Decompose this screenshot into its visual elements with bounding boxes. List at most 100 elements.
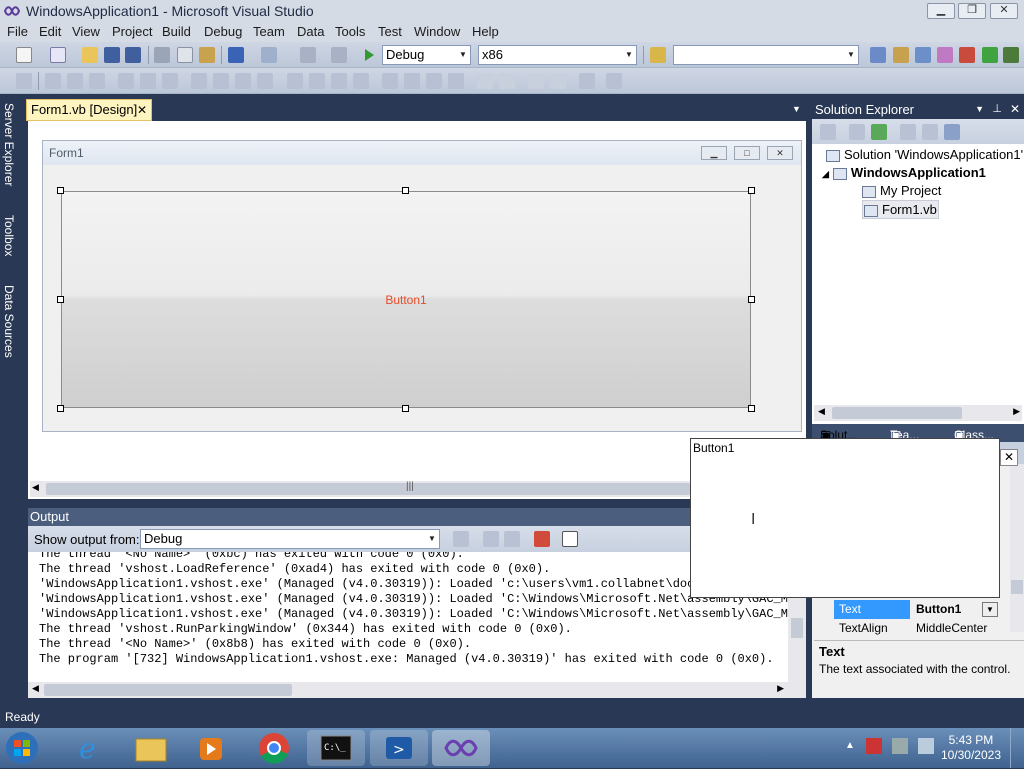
start-debugging-icon[interactable] (361, 47, 377, 63)
server-explorer-tab[interactable]: Server Explorer (2, 103, 16, 186)
menu-help[interactable]: Help (472, 24, 499, 39)
output-source-select[interactable]: Debug ▼ (140, 529, 440, 549)
solution-horizontal-scrollbar[interactable]: ◀ ▶ (814, 405, 1022, 421)
scroll-thumb[interactable] (1011, 580, 1023, 594)
decrease-vertical-spacing-icon[interactable] (426, 73, 442, 89)
toolbox-tab[interactable]: Toolbox (2, 215, 16, 256)
resize-handle[interactable] (57, 296, 64, 303)
menu-tools[interactable]: Tools (335, 24, 365, 39)
scroll-left-icon[interactable]: ◀ (818, 406, 825, 417)
minimize-button[interactable]: ▁ (927, 3, 955, 19)
resize-handle[interactable] (402, 405, 409, 412)
show-all-files-icon[interactable] (849, 124, 865, 140)
scroll-thumb[interactable] (832, 407, 962, 419)
properties-icon[interactable] (820, 124, 836, 140)
taskbar-file-explorer[interactable] (122, 730, 180, 766)
remove-horizontal-spacing-icon[interactable] (353, 73, 369, 89)
find-combo[interactable]: ▼ (673, 45, 859, 65)
resize-handle[interactable] (748, 296, 755, 303)
align-middles-icon[interactable] (140, 73, 156, 89)
data-sources-tab[interactable]: Data Sources (2, 285, 16, 358)
view-designer-icon[interactable] (922, 124, 938, 140)
scroll-thumb[interactable] (46, 483, 690, 495)
taskbar-visual-studio[interactable] (432, 730, 490, 766)
center-vertically-icon[interactable] (499, 73, 515, 89)
extension-manager-icon[interactable] (959, 47, 975, 63)
show-hidden-icons[interactable]: ▲ (845, 740, 855, 751)
taskbar-internet-explorer[interactable]: e (62, 730, 120, 766)
increase-horizontal-spacing-icon[interactable] (309, 73, 325, 89)
tree-item-my-project[interactable]: My Project (862, 183, 941, 198)
close-icon[interactable]: ✕ (1010, 100, 1020, 119)
taskbar-media-player[interactable] (182, 730, 240, 766)
solution-platform-select[interactable]: x86 ▼ (478, 45, 637, 65)
close-popup-button[interactable]: ✕ (1000, 449, 1018, 466)
start-button[interactable] (0, 730, 48, 766)
navigate-backward-icon[interactable] (300, 47, 316, 63)
view-class-diagram-icon[interactable] (944, 124, 960, 140)
menu-view[interactable]: View (72, 24, 100, 39)
find-in-files-icon[interactable] (650, 47, 666, 63)
align-bottoms-icon[interactable] (162, 73, 178, 89)
scroll-thumb[interactable] (791, 618, 803, 638)
toolbar-options-icon[interactable] (1003, 47, 1019, 63)
designer-horizontal-scrollbar[interactable]: ◀ ||| (30, 481, 692, 497)
tab-order-icon[interactable] (579, 73, 595, 89)
taskbar-powershell[interactable]: > (370, 730, 428, 766)
scroll-right-icon[interactable]: ▶ (777, 683, 784, 694)
copy-icon[interactable] (177, 47, 193, 63)
undo-icon[interactable] (228, 47, 244, 63)
menu-test[interactable]: Test (378, 24, 402, 39)
taskbar-command-prompt[interactable]: C:\_ (307, 730, 365, 766)
view-code-icon[interactable] (900, 124, 916, 140)
align-to-grid-icon[interactable] (16, 73, 32, 89)
chevron-down-icon[interactable]: ▼ (792, 104, 801, 114)
add-item-icon[interactable] (50, 47, 66, 63)
tree-item-project[interactable]: ◢ WindowsApplication1 (822, 165, 986, 180)
menu-project[interactable]: Project (112, 24, 152, 39)
show-desktop-button[interactable] (1010, 728, 1024, 768)
pin-icon[interactable]: ⊥ (992, 100, 1002, 119)
next-message-icon[interactable] (504, 531, 520, 547)
clear-all-icon[interactable] (534, 531, 550, 547)
object-browser-icon[interactable] (915, 47, 931, 63)
toggle-word-wrap-icon[interactable] (562, 531, 578, 547)
expand-arrow-icon[interactable]: ◢ (822, 169, 829, 179)
horizontal-spacing-icon[interactable] (287, 73, 303, 89)
toolbox-icon[interactable] (937, 47, 953, 63)
system-clock[interactable]: 5:43 PM 10/30/2023 (941, 733, 1001, 763)
close-window-button[interactable]: ✕ (990, 3, 1018, 19)
navigate-forward-icon[interactable] (331, 47, 347, 63)
lock-controls-icon[interactable] (606, 73, 622, 89)
go-to-source-icon[interactable] (453, 531, 469, 547)
tree-item-solution[interactable]: Solution 'WindowsApplication1' (826, 147, 1023, 162)
make-same-size-icon[interactable] (235, 73, 251, 89)
start-page-icon[interactable] (982, 47, 998, 63)
property-row-text[interactable]: Text Button1 ▼ (812, 600, 1012, 619)
redo-icon[interactable] (261, 47, 277, 63)
close-tab-icon[interactable]: ✕ (137, 100, 147, 120)
paste-icon[interactable] (199, 47, 215, 63)
remove-vertical-spacing-icon[interactable] (448, 73, 464, 89)
button1-control[interactable]: Button1 (61, 191, 751, 408)
center-horizontally-icon[interactable] (477, 73, 493, 89)
decrease-horizontal-spacing-icon[interactable] (331, 73, 347, 89)
solution-explorer-icon[interactable] (870, 47, 886, 63)
solution-configuration-select[interactable]: Debug ▼ (382, 45, 471, 65)
chevron-down-icon[interactable]: ▼ (975, 100, 984, 119)
previous-message-icon[interactable] (483, 531, 499, 547)
open-folder-icon[interactable] (82, 47, 98, 63)
output-horizontal-scrollbar[interactable]: ◀ ▶ (28, 682, 806, 698)
make-same-height-icon[interactable] (213, 73, 229, 89)
menu-edit[interactable]: Edit (39, 24, 61, 39)
text-value-editor[interactable]: Button1 I (690, 438, 1000, 598)
align-centers-icon[interactable] (67, 73, 83, 89)
restore-button[interactable]: ❐ (958, 3, 986, 19)
menu-debug[interactable]: Debug (204, 24, 242, 39)
menu-team[interactable]: Team (253, 24, 285, 39)
align-rights-icon[interactable] (89, 73, 105, 89)
chevron-down-icon[interactable]: ▼ (982, 602, 998, 617)
save-all-icon[interactable] (125, 47, 141, 63)
vertical-spacing-icon[interactable] (382, 73, 398, 89)
resize-handle[interactable] (402, 187, 409, 194)
